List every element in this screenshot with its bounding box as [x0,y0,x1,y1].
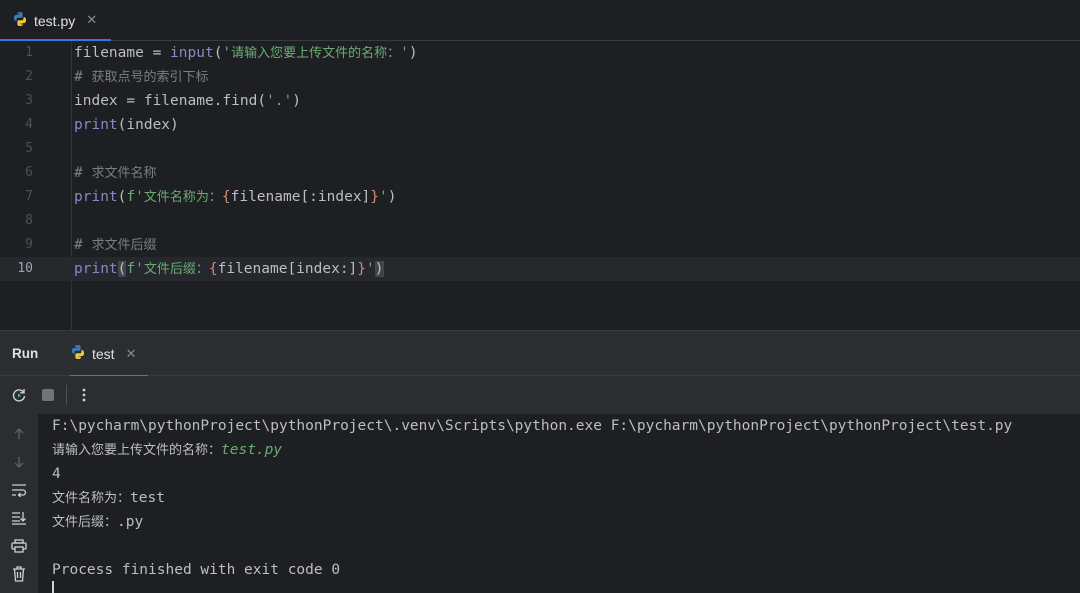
code-token: ) [374,261,384,277]
code-token: { [221,189,231,205]
arrow-down-icon[interactable] [9,452,29,472]
arrow-up-icon[interactable] [9,424,29,444]
code-line[interactable]: 2 # 获取点号的索引下标 [0,65,1080,89]
code-line[interactable]: 9 # 求文件后缀 [0,233,1080,257]
run-tab-label: test [92,346,115,362]
code-token: ' [379,189,388,205]
line-number: 1 [25,45,33,60]
soft-wrap-icon[interactable] [9,480,29,500]
scroll-to-end-icon[interactable] [9,508,29,528]
code-token: print [74,117,118,133]
code-text: index = filename.find('.') [74,89,301,113]
code-token: '.' [266,93,293,109]
code-token: filename[index:] [217,261,358,277]
code-token: print [74,189,118,205]
code-token: # [74,237,92,253]
console-name-label: 文件名称为： [52,491,131,506]
code-token: 请输入您要上传文件的名称： [231,46,401,61]
code-token: } [357,261,367,277]
code-line[interactable]: 3 index = filename.find('.') [0,89,1080,113]
print-icon[interactable] [9,536,29,556]
editor-tab-bar: test.py ✕ [0,0,1080,42]
code-token: # [74,165,92,181]
code-token: { [208,261,218,277]
python-run-icon [70,344,86,364]
code-token: 文件后缀： [143,262,209,277]
code-token: filename[:index] [230,189,371,205]
line-number: 3 [25,93,33,108]
run-toolbar [0,376,1080,414]
console-side-toolbar [0,414,38,593]
code-text: print(f'文件后缀：{filename[index:]}') [74,257,384,282]
code-text: print(index) [74,113,179,137]
code-line[interactable]: 8 [0,209,1080,233]
run-tab-test[interactable]: test ✕ [70,331,148,378]
line-number: 5 [25,141,33,156]
code-token: ) [387,189,397,205]
code-token: ' [400,45,409,61]
console-name-line: 文件名称为：test [52,486,165,511]
console-output[interactable]: F:\pycharm\pythonProject\pythonProject\.… [38,414,1080,593]
code-token: # [74,69,92,85]
console-suffix-label: 文件后缀： [52,515,118,530]
code-line[interactable]: 4 print(index) [0,113,1080,137]
console-suffix-line: 文件后缀：.py [52,510,143,535]
code-text: # 求文件名称 [74,161,156,186]
code-token: 文件名称为： [143,190,222,205]
code-text: # 求文件后缀 [74,233,156,258]
console-index-output: 4 [52,466,61,482]
console-exit-message: Process finished with exit code 0 [52,562,341,578]
console-name-value: test [130,490,165,506]
code-token: ) [292,93,301,109]
toolbar-separator [66,385,67,405]
code-text: print(f'文件名称为：{filename[:index]}') [74,185,397,210]
code-token: filename = [74,45,171,61]
code-token: f' [126,261,144,277]
code-token: (index) [117,117,179,133]
code-token: 求文件后缀 [91,238,157,253]
code-token: f' [126,189,144,205]
line-number: 9 [25,237,33,252]
run-panel-header: Run test ✕ [0,330,1080,378]
line-number: 6 [25,165,33,180]
trash-icon[interactable] [9,564,29,584]
code-line[interactable]: 6 # 求文件名称 [0,161,1080,185]
line-number: 10 [17,261,33,276]
console-prompt-line: 请输入您要上传文件的名称：test.py [52,438,282,463]
code-token: ' [366,261,375,277]
editor-tab-test-py[interactable]: test.py ✕ [0,0,111,42]
console-prompt: 请输入您要上传文件的名称： [52,443,222,458]
code-token: } [370,189,380,205]
code-line[interactable]: 7 print(f'文件名称为：{filename[:index]}') [0,185,1080,209]
close-icon[interactable]: ✕ [126,347,137,362]
console-user-input: test.py [221,442,283,458]
console-caret [52,581,54,593]
python-file-icon [12,11,28,31]
code-token: 获取点号的索引下标 [91,70,209,85]
code-line[interactable]: 1 filename = input('请输入您要上传文件的名称：') [0,41,1080,65]
editor-tab-label: test.py [34,12,76,29]
line-number: 7 [25,189,33,204]
console-command-line: F:\pycharm\pythonProject\pythonProject\.… [52,418,1013,434]
code-text: filename = input('请输入您要上传文件的名称：') [74,41,418,66]
code-token: ' [222,45,232,61]
code-editor[interactable]: 1 filename = input('请输入您要上传文件的名称：') 2 # 获取点… [0,41,1080,330]
line-number: 2 [25,69,33,84]
stop-icon[interactable] [38,385,58,405]
code-token: index = filename.find( [74,93,267,109]
code-line[interactable]: 5 [0,137,1080,161]
code-token: input [170,45,214,61]
line-number: 4 [25,117,33,132]
code-token: 求文件名称 [91,166,157,181]
code-token: ) [408,45,418,61]
code-text: # 获取点号的索引下标 [74,65,208,90]
rerun-icon[interactable] [9,385,29,405]
code-token: print [74,261,118,277]
code-line[interactable]: 10 print(f'文件后缀：{filename[index:]}') [0,257,1080,281]
console-suffix-value: .py [117,514,144,530]
line-number: 8 [25,213,33,228]
close-icon[interactable]: ✕ [86,13,97,28]
run-panel-title: Run [12,346,39,361]
more-icon[interactable] [74,385,94,405]
